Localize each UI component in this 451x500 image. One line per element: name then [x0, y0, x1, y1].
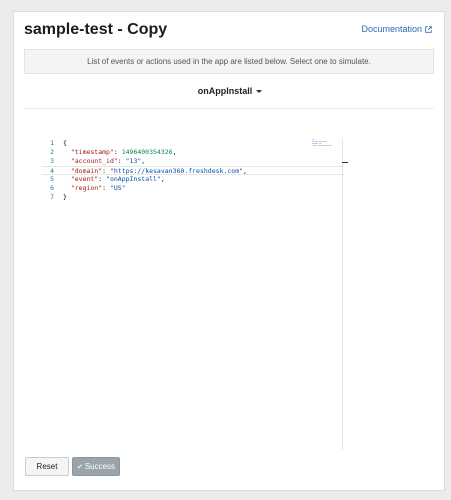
line-number: 4	[50, 167, 54, 175]
editor-minimap[interactable]	[312, 139, 334, 149]
documentation-link-label: Documentation	[361, 24, 422, 34]
event-selector[interactable]: onAppInstall	[14, 86, 446, 96]
brace: }	[63, 193, 67, 201]
documentation-link[interactable]: Documentation	[361, 24, 432, 34]
cursor-marker	[342, 162, 348, 163]
event-selector-label: onAppInstall	[197, 86, 253, 96]
code-line: 6 "region": "US"	[42, 184, 344, 193]
page-title: sample-test - Copy	[24, 21, 168, 38]
json-value: "https://kesavan360.freshdesk.com"	[109, 167, 244, 175]
success-button[interactable]: ✔ Success	[72, 457, 120, 476]
json-key: "timestamp"	[70, 148, 114, 156]
code-line: 7 }	[42, 193, 344, 202]
json-key: "event"	[70, 175, 99, 183]
line-number: 1	[50, 139, 54, 147]
line-number: 3	[50, 157, 54, 165]
json-key: "region"	[70, 184, 103, 192]
json-value: "onAppInstall"	[106, 175, 161, 183]
simulator-panel: sample-test - Copy Documentation List of…	[13, 11, 445, 491]
divider	[24, 108, 434, 109]
editor-scrollbar[interactable]	[342, 139, 343, 450]
code-line: 5 "event": "onAppInstall",	[42, 175, 344, 184]
json-key: "account_id"	[70, 157, 118, 165]
brace: {	[63, 139, 67, 147]
success-button-label: Success	[84, 462, 116, 471]
code-line-current: 4 "domain": "https://kesavan360.freshdes…	[42, 166, 344, 175]
json-value: 1496400354326	[121, 148, 173, 156]
info-banner: List of events or actions used in the ap…	[24, 49, 434, 74]
code-line: 2 "timestamp": 1496400354326,	[42, 148, 344, 157]
line-number: 6	[50, 184, 54, 192]
reset-button[interactable]: Reset	[25, 457, 69, 476]
code-line: 1 {	[42, 139, 344, 148]
reset-button-label: Reset	[36, 462, 58, 471]
external-link-icon	[425, 25, 432, 33]
check-icon: ✔	[76, 463, 83, 471]
json-key: "domain"	[70, 167, 103, 175]
info-text: List of events or actions used in the ap…	[87, 57, 371, 66]
payload-editor[interactable]: 1 { 2 "timestamp": 1496400354326, 3 "acc…	[42, 139, 344, 451]
line-number: 5	[50, 175, 54, 183]
code-line: 3 "account_id": "13",	[42, 157, 344, 166]
line-number: 7	[50, 193, 54, 201]
json-value: "13"	[125, 157, 142, 165]
caret-down-icon	[256, 90, 263, 94]
json-value: "US"	[109, 184, 126, 192]
line-number: 2	[50, 148, 54, 156]
